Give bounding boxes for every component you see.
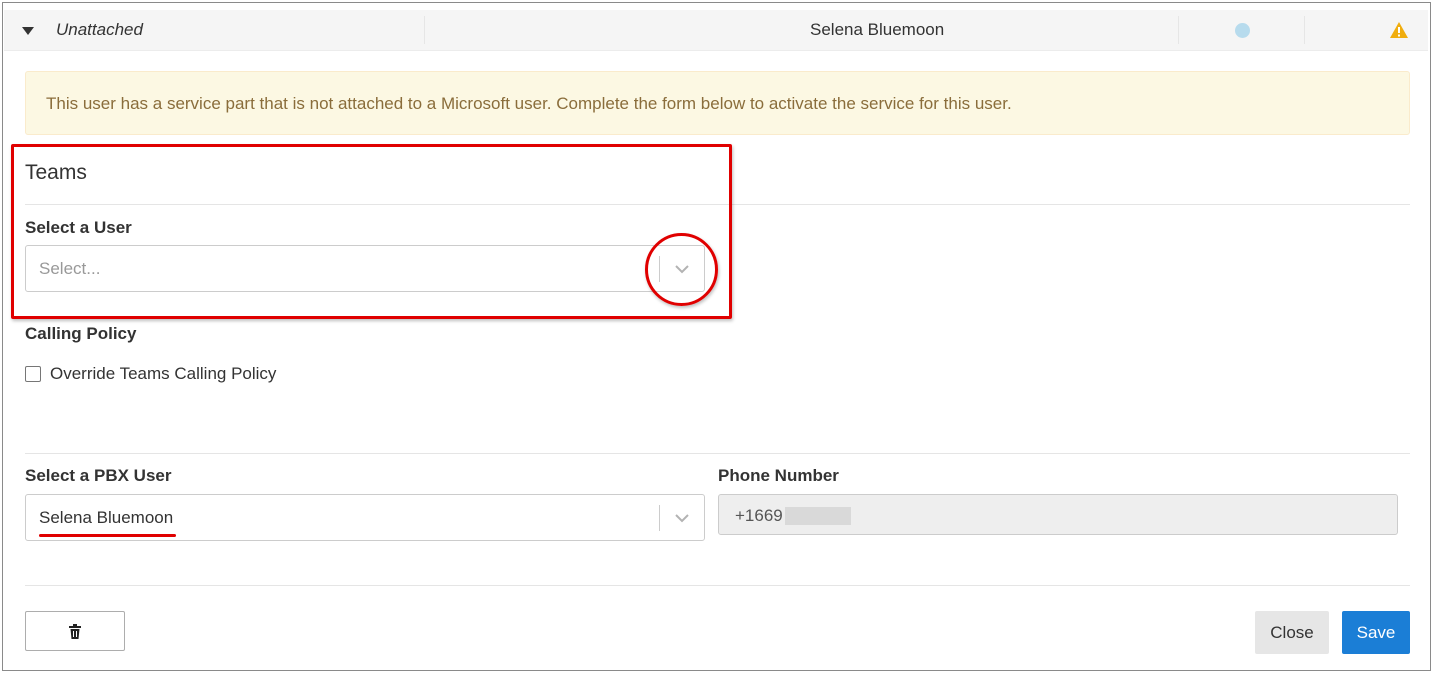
override-calling-policy-label[interactable]: Override Teams Calling Policy bbox=[50, 364, 276, 384]
calling-policy-label: Calling Policy bbox=[25, 324, 137, 343]
divider bbox=[25, 453, 1410, 454]
column-divider bbox=[1178, 16, 1179, 44]
save-button[interactable]: Save bbox=[1342, 611, 1410, 654]
override-calling-policy-checkbox[interactable] bbox=[25, 366, 41, 382]
redacted-digits bbox=[785, 507, 851, 525]
phone-number-value: +1669 bbox=[735, 506, 783, 525]
phone-number-field: +1669 bbox=[718, 494, 1398, 535]
column-divider bbox=[1304, 16, 1305, 44]
divider bbox=[25, 585, 1410, 586]
unattached-warning-alert: This user has a service part that is not… bbox=[25, 71, 1410, 135]
phone-number-label: Phone Number bbox=[718, 466, 839, 485]
pbx-user-value: Selena Bluemoon bbox=[39, 508, 174, 527]
column-divider bbox=[424, 16, 425, 44]
chevron-down-icon[interactable] bbox=[673, 509, 691, 527]
select-pbx-user-label: Select a PBX User bbox=[25, 466, 172, 485]
annotation-highlight-circle bbox=[645, 233, 718, 306]
row-user-name: Selena Bluemoon bbox=[810, 20, 945, 39]
trash-icon bbox=[69, 623, 81, 639]
close-button[interactable]: Close bbox=[1255, 611, 1329, 654]
alert-text: This user has a service part that is not… bbox=[46, 94, 1012, 113]
warning-icon bbox=[1390, 22, 1408, 38]
collapse-caret-icon[interactable] bbox=[22, 27, 34, 35]
annotation-underline bbox=[39, 534, 176, 537]
annotation-highlight-box bbox=[11, 144, 732, 319]
status-dot-icon bbox=[1235, 23, 1250, 38]
delete-button[interactable] bbox=[25, 611, 125, 651]
user-row-header[interactable]: Unattached Selena Bluemoon bbox=[4, 10, 1428, 51]
row-status: Unattached bbox=[56, 20, 143, 39]
dropdown-separator bbox=[659, 505, 660, 531]
